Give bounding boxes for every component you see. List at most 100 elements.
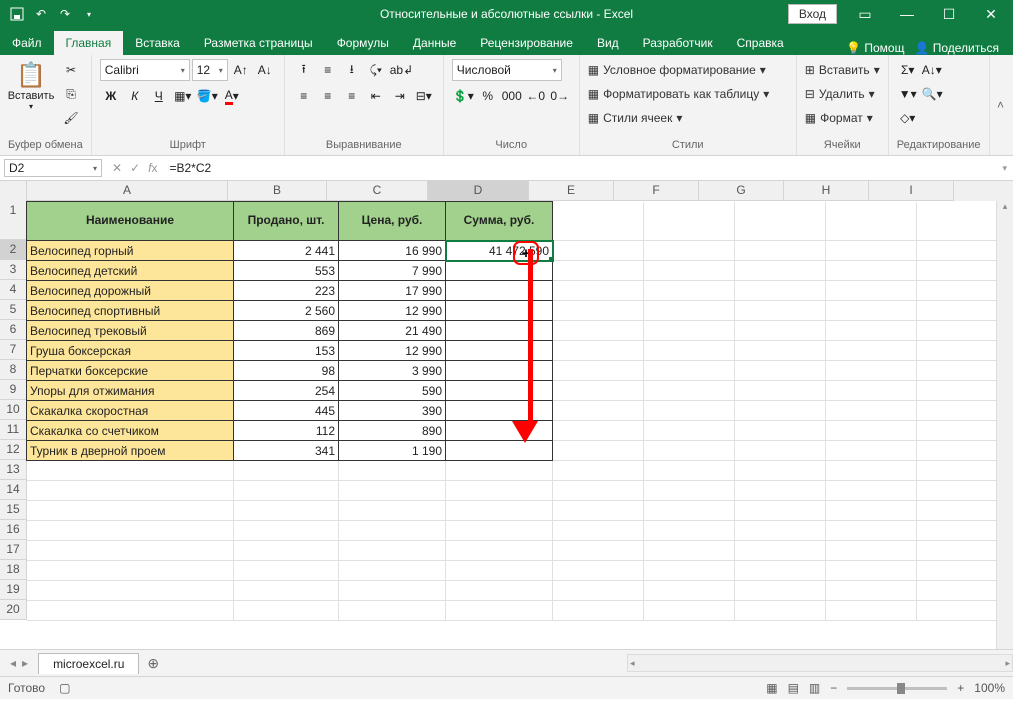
number-format-combo[interactable]: Числовой▾ xyxy=(452,59,562,81)
col-header-I[interactable]: I xyxy=(869,181,954,201)
increase-decimal-icon[interactable]: ←0 xyxy=(525,85,547,107)
cell-E10[interactable] xyxy=(553,401,644,421)
fx-icon[interactable]: fx xyxy=(148,161,157,175)
cell-A2[interactable]: Велосипед горный xyxy=(27,241,234,261)
cell-H20[interactable] xyxy=(826,601,917,621)
cell-D19[interactable] xyxy=(446,581,553,601)
row-header-16[interactable]: 16 xyxy=(0,520,27,540)
cell-B7[interactable]: 153 xyxy=(234,341,339,361)
cell-A11[interactable]: Скакалка со счетчиком xyxy=(27,421,234,441)
close-icon[interactable]: ✕ xyxy=(977,6,1005,23)
cell-F4[interactable] xyxy=(644,281,735,301)
tab-formulas[interactable]: Формулы xyxy=(325,31,401,55)
cell-I13[interactable] xyxy=(917,461,1008,481)
cell-G12[interactable] xyxy=(735,441,826,461)
row-header-6[interactable]: 6 xyxy=(0,320,27,340)
zoom-in-icon[interactable]: + xyxy=(957,681,964,695)
italic-button[interactable]: К xyxy=(124,85,146,107)
zoom-level[interactable]: 100% xyxy=(974,681,1005,695)
cell-styles-button[interactable]: ▦ Стили ячеек ▾ xyxy=(588,107,788,129)
cell-F14[interactable] xyxy=(644,481,735,501)
cell-B15[interactable] xyxy=(234,501,339,521)
cell-H9[interactable] xyxy=(826,381,917,401)
cell-H12[interactable] xyxy=(826,441,917,461)
cell-F5[interactable] xyxy=(644,301,735,321)
cell-G5[interactable] xyxy=(735,301,826,321)
orientation-icon[interactable]: ⤹▾ xyxy=(365,59,387,81)
cell-C4[interactable]: 17 990 xyxy=(339,281,446,301)
cell-E19[interactable] xyxy=(553,581,644,601)
tab-help[interactable]: Справка xyxy=(725,31,796,55)
cell-E2[interactable] xyxy=(553,241,644,261)
align-middle-icon[interactable]: ≡ xyxy=(317,59,339,81)
cell-A13[interactable] xyxy=(27,461,234,481)
cell-D7[interactable] xyxy=(446,341,553,361)
row-header-3[interactable]: 3 xyxy=(0,260,27,280)
sheet-tab[interactable]: microexcel.ru xyxy=(38,653,139,674)
delete-cells-button[interactable]: ⊟ Удалить ▾ xyxy=(805,83,880,105)
cell-G4[interactable] xyxy=(735,281,826,301)
cell-F13[interactable] xyxy=(644,461,735,481)
zoom-slider[interactable] xyxy=(847,687,947,690)
currency-icon[interactable]: 💲▾ xyxy=(452,85,475,107)
cell-G7[interactable] xyxy=(735,341,826,361)
cell-I3[interactable] xyxy=(917,261,1008,281)
cell-E15[interactable] xyxy=(553,501,644,521)
tab-insert[interactable]: Вставка xyxy=(123,31,192,55)
cell-A7[interactable]: Груша боксерская xyxy=(27,341,234,361)
cell-B8[interactable]: 98 xyxy=(234,361,339,381)
cell-C17[interactable] xyxy=(339,541,446,561)
cell-F9[interactable] xyxy=(644,381,735,401)
undo-icon[interactable]: ↶ xyxy=(32,5,50,23)
cell-H11[interactable] xyxy=(826,421,917,441)
cell-B9[interactable]: 254 xyxy=(234,381,339,401)
tell-me[interactable]: 💡 Помощ xyxy=(846,41,904,55)
cell-I4[interactable] xyxy=(917,281,1008,301)
cell-E3[interactable] xyxy=(553,261,644,281)
vertical-scrollbar[interactable]: ▴ xyxy=(996,201,1013,649)
cell-D14[interactable] xyxy=(446,481,553,501)
cell-H4[interactable] xyxy=(826,281,917,301)
bold-button[interactable]: Ж xyxy=(100,85,122,107)
cell-A17[interactable] xyxy=(27,541,234,561)
cell-F10[interactable] xyxy=(644,401,735,421)
row-header-5[interactable]: 5 xyxy=(0,300,27,320)
merge-icon[interactable]: ⊟▾ xyxy=(413,85,435,107)
qat-dropdown-icon[interactable]: ▾ xyxy=(80,5,98,23)
cell-C7[interactable]: 12 990 xyxy=(339,341,446,361)
cell-I14[interactable] xyxy=(917,481,1008,501)
ribbon-options-icon[interactable]: ▭ xyxy=(851,6,879,23)
cell-A5[interactable]: Велосипед спортивный xyxy=(27,301,234,321)
col-header-A[interactable]: A xyxy=(27,181,228,201)
tab-view[interactable]: Вид xyxy=(585,31,631,55)
cell-G16[interactable] xyxy=(735,521,826,541)
cell-B2[interactable]: 2 441 xyxy=(234,241,339,261)
cell-B18[interactable] xyxy=(234,561,339,581)
cell-F7[interactable] xyxy=(644,341,735,361)
cancel-formula-icon[interactable]: ✕ xyxy=(112,161,122,175)
cell-D10[interactable] xyxy=(446,401,553,421)
cell-I16[interactable] xyxy=(917,521,1008,541)
format-painter-icon[interactable]: 🖌 xyxy=(60,107,82,129)
cell-A3[interactable]: Велосипед детский xyxy=(27,261,234,281)
cell-G13[interactable] xyxy=(735,461,826,481)
horizontal-scrollbar[interactable]: ◂▸ xyxy=(627,654,1013,672)
cell-I10[interactable] xyxy=(917,401,1008,421)
cell-G2[interactable] xyxy=(735,241,826,261)
cell-B10[interactable]: 445 xyxy=(234,401,339,421)
row-header-15[interactable]: 15 xyxy=(0,500,27,520)
cell-B14[interactable] xyxy=(234,481,339,501)
worksheet-grid[interactable]: ABCDEFGHI 123456789101112131415161718192… xyxy=(0,181,1013,649)
copy-icon[interactable]: ⎘ xyxy=(60,83,82,105)
decrease-font-icon[interactable]: A↓ xyxy=(254,59,276,81)
cell-G20[interactable] xyxy=(735,601,826,621)
row-header-11[interactable]: 11 xyxy=(0,420,27,440)
cell-I9[interactable] xyxy=(917,381,1008,401)
cell-E17[interactable] xyxy=(553,541,644,561)
cell-F17[interactable] xyxy=(644,541,735,561)
cell-I18[interactable] xyxy=(917,561,1008,581)
cell-D11[interactable] xyxy=(446,421,553,441)
cell-I19[interactable] xyxy=(917,581,1008,601)
cell-B19[interactable] xyxy=(234,581,339,601)
cell-G8[interactable] xyxy=(735,361,826,381)
